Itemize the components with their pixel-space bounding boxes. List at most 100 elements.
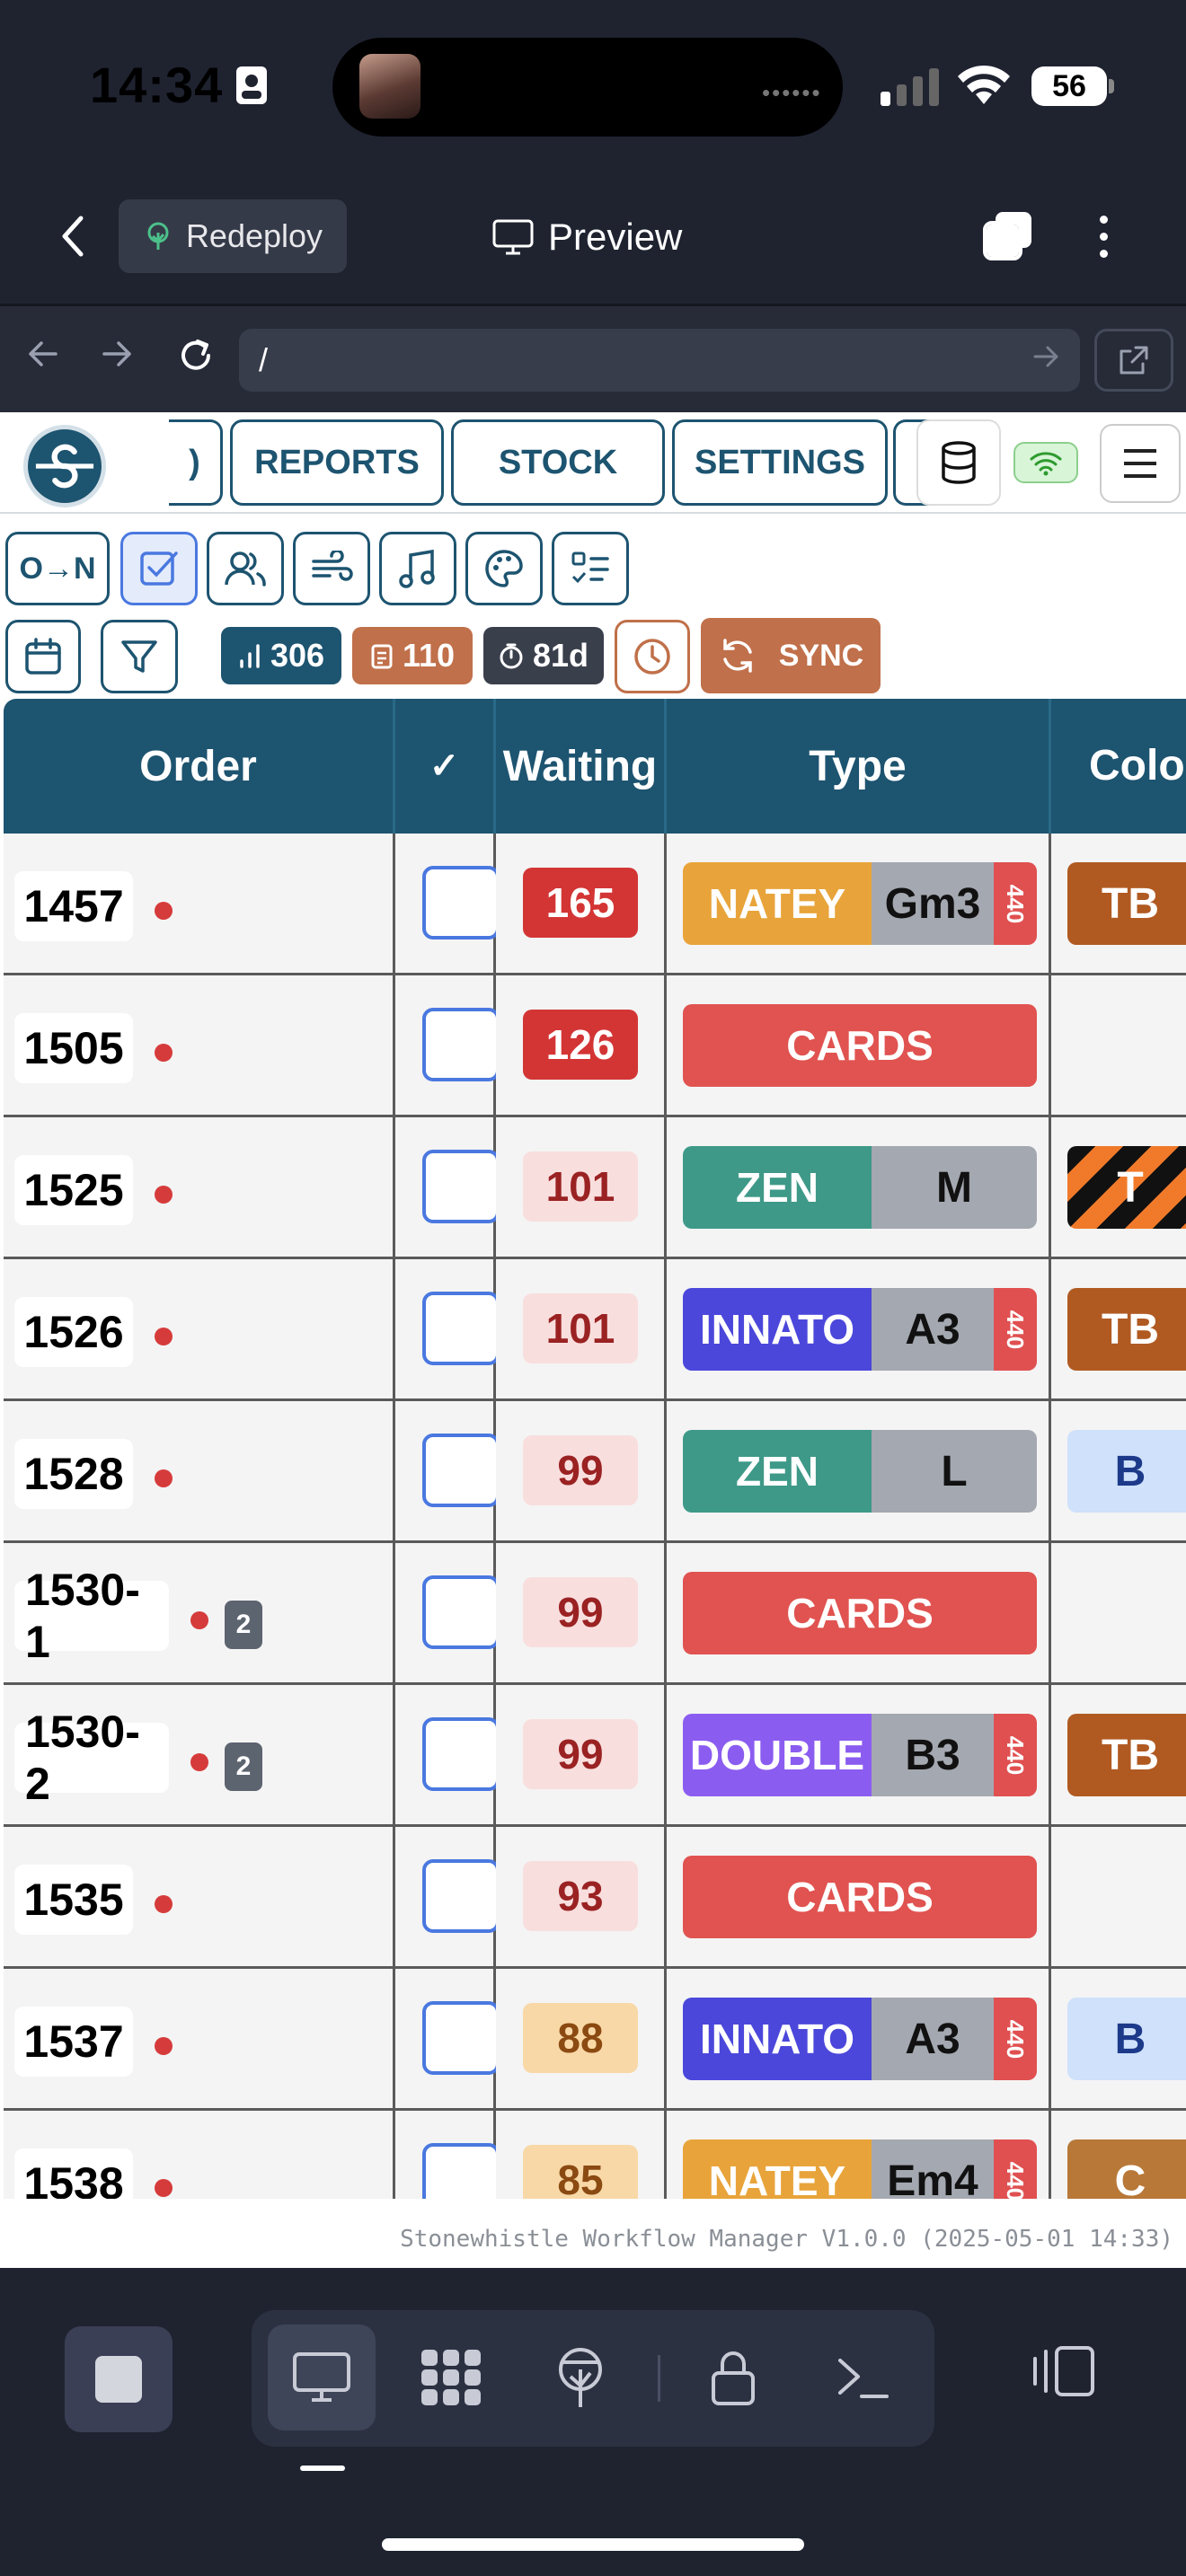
sort-order-toggle[interactable]: O→N — [5, 532, 110, 605]
cell-order: 1530-1 2 — [4, 1543, 395, 1682]
tabs-icon[interactable] — [981, 208, 1035, 264]
done-checkbox[interactable] — [422, 2143, 500, 2199]
monitor-icon — [293, 2352, 350, 2402]
table-header: Order ✓ Waiting Type Color — [4, 699, 1186, 834]
header-done[interactable]: ✓ — [395, 699, 496, 834]
more-options-icon[interactable] — [1085, 208, 1121, 264]
table-row[interactable]: 1505 126 CARDS — [4, 975, 1186, 1117]
order-number[interactable]: 1505 — [14, 1013, 133, 1083]
tab-settings-label: SETTINGS — [694, 443, 866, 481]
table-row[interactable]: 1537 88 INNATO A3 440 B — [4, 1969, 1186, 2111]
go-arrow-icon[interactable] — [1031, 341, 1062, 372]
instrument-type: NATEY — [683, 2139, 872, 2199]
calendar-button[interactable] — [5, 620, 81, 693]
order-number[interactable]: 1530-2 — [14, 1707, 169, 1809]
tab-reports[interactable]: REPORTS — [230, 419, 444, 506]
cell-order: 1528 — [4, 1401, 395, 1540]
database-button[interactable] — [916, 419, 1001, 506]
color-badge: TB — [1067, 1288, 1186, 1371]
battery-indicator: 56 — [1031, 66, 1107, 106]
workflow-mode-button[interactable] — [397, 2325, 505, 2430]
table-row[interactable]: 1530-2 2 99 DOUBLE B3 440 TB — [4, 1685, 1186, 1827]
header-color[interactable]: Color — [1051, 699, 1186, 834]
wifi-icon — [1030, 452, 1062, 476]
cell-color: B — [1051, 1401, 1186, 1540]
done-checkbox[interactable] — [422, 1434, 500, 1507]
order-number[interactable]: 1530-1 — [14, 1565, 169, 1667]
tab-partial-left[interactable]: ) — [169, 419, 223, 506]
deploy-mode-button[interactable] — [527, 2325, 634, 2430]
color-code: B — [1114, 2015, 1146, 2063]
done-checkbox[interactable] — [422, 1150, 500, 1223]
done-checkbox[interactable] — [422, 1008, 500, 1081]
table-row[interactable]: 1538 85 NATEY Em4 440 C — [4, 2111, 1186, 2199]
table-row[interactable]: 1526 101 INNATO A3 440 TB — [4, 1259, 1186, 1401]
color-badge: TB — [1067, 862, 1186, 945]
order-number[interactable]: 1535 — [14, 1865, 133, 1935]
cell-order: 1538 — [4, 2111, 395, 2199]
priority-dot — [155, 1044, 173, 1062]
stop-icon — [95, 2356, 142, 2403]
preview-mode-button[interactable] — [268, 2325, 376, 2430]
filter-button[interactable] — [101, 620, 178, 693]
preview-title-text: Preview — [548, 216, 683, 258]
table-row[interactable]: 1528 99 ZEN L B — [4, 1401, 1186, 1543]
table-row[interactable]: 1530-1 2 99 CARDS — [4, 1543, 1186, 1685]
instrument-type: INNATO — [683, 1998, 872, 2080]
browser-back-icon[interactable] — [23, 334, 63, 374]
priority-dot — [155, 2037, 173, 2055]
done-checkbox[interactable] — [422, 2001, 500, 2075]
shell-mode-button[interactable] — [809, 2325, 916, 2430]
cell-done — [395, 1685, 500, 1824]
tab-stock[interactable]: STOCK — [451, 419, 665, 506]
secrets-mode-button[interactable] — [679, 2325, 787, 2430]
instrument-type: NATEY — [683, 862, 872, 945]
back-chevron-icon[interactable] — [54, 211, 93, 261]
type-bar: ZEN L — [683, 1430, 1037, 1513]
table-row[interactable]: 1457 165 NATEY Gm3 440 TB — [4, 834, 1186, 975]
palette-button[interactable] — [465, 532, 543, 605]
cell-waiting: 99 — [496, 1401, 667, 1540]
cell-order: 1505 — [4, 975, 395, 1115]
browser-forward-icon[interactable] — [97, 334, 137, 374]
sync-button[interactable]: SYNC — [701, 618, 881, 693]
color-code: B — [1114, 1447, 1146, 1495]
redeploy-button[interactable]: Redeploy — [119, 199, 347, 273]
header-order[interactable]: Order — [4, 699, 395, 834]
table-row[interactable]: 1525 101 ZEN M T — [4, 1117, 1186, 1259]
url-input[interactable]: / — [239, 329, 1080, 392]
cell-waiting: 126 — [496, 975, 667, 1115]
tab-settings[interactable]: SETTINGS — [672, 419, 888, 506]
music-button[interactable] — [379, 532, 456, 605]
checklist-button[interactable] — [552, 532, 629, 605]
header-type[interactable]: Type — [667, 699, 1051, 834]
open-external-button[interactable] — [1094, 329, 1173, 392]
checklist-filter-button[interactable] — [120, 532, 198, 605]
header-waiting[interactable]: Waiting — [496, 699, 667, 834]
order-number[interactable]: 1526 — [14, 1297, 133, 1367]
cell-waiting: 165 — [496, 834, 667, 973]
hamburger-menu-icon[interactable] — [1100, 424, 1181, 503]
order-number[interactable]: 1525 — [14, 1155, 133, 1225]
done-checkbox[interactable] — [422, 1859, 500, 1933]
stop-button[interactable] — [65, 2326, 173, 2432]
wind-button[interactable] — [293, 532, 370, 605]
cell-order: 1537 — [4, 1969, 395, 2108]
stonewhistle-logo[interactable] — [23, 425, 106, 507]
users-button[interactable] — [207, 532, 284, 605]
done-checkbox[interactable] — [422, 866, 500, 940]
order-number[interactable]: 1537 — [14, 2007, 133, 2077]
order-number[interactable]: 1538 — [14, 2148, 133, 2199]
order-number[interactable]: 1457 — [14, 871, 133, 941]
done-checkbox[interactable] — [422, 1575, 500, 1649]
order-number[interactable]: 1528 — [14, 1439, 133, 1509]
history-button[interactable] — [615, 620, 690, 693]
done-checkbox[interactable] — [422, 1717, 500, 1791]
split-view-icon[interactable] — [1031, 2344, 1096, 2398]
tuning-badge: 440 — [994, 1714, 1037, 1796]
reload-icon[interactable] — [174, 334, 217, 377]
done-checkbox[interactable] — [422, 1292, 500, 1365]
table-row[interactable]: 1535 93 CARDS — [4, 1827, 1186, 1969]
checkbox-icon — [140, 551, 178, 586]
cell-done — [395, 1543, 500, 1682]
